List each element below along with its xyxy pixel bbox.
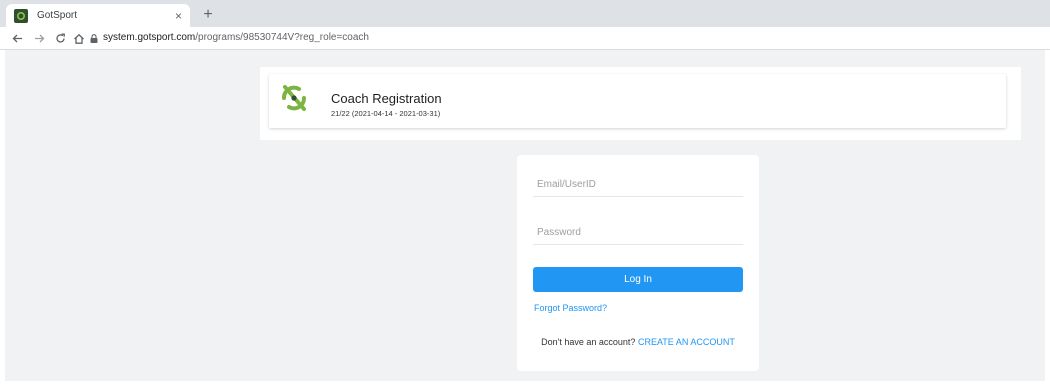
- reload-icon[interactable]: [52, 27, 68, 50]
- create-account-link[interactable]: CREATE AN ACCOUNT: [638, 337, 735, 347]
- lock-icon: [90, 34, 98, 43]
- program-dates: 21/22 (2021-04-14 - 2021-03-31): [331, 109, 441, 118]
- program-title: Coach Registration: [331, 91, 442, 106]
- url-path: /programs/98530744V?reg_role=coach: [195, 32, 369, 43]
- browser-toolbar: system.gotsport.com/programs/98530744V?r…: [0, 27, 1050, 50]
- program-header-section: Coach Registration 21/22 (2021-04-14 - 2…: [260, 67, 1021, 140]
- signup-prompt: Don't have an account?: [541, 337, 636, 347]
- program-card: Coach Registration 21/22 (2021-04-14 - 2…: [269, 74, 1006, 128]
- login-card: Log In Forgot Password? Don't have an ac…: [517, 155, 759, 371]
- tab-close-icon[interactable]: ×: [175, 9, 182, 23]
- back-arrow-icon[interactable]: [9, 27, 25, 50]
- tab-strip: GotSport × +: [0, 0, 1050, 27]
- url-host: system.gotsport.com: [103, 32, 196, 43]
- browser-tab[interactable]: GotSport ×: [6, 4, 190, 27]
- address-bar[interactable]: system.gotsport.com/programs/98530744V?r…: [103, 32, 369, 43]
- new-tab-button[interactable]: +: [198, 5, 218, 25]
- email-field[interactable]: [533, 172, 743, 197]
- home-icon[interactable]: [71, 27, 87, 50]
- gotsport-logo-icon: [282, 85, 306, 111]
- favicon-icon: [14, 8, 28, 23]
- forward-arrow-icon[interactable]: [31, 27, 47, 50]
- login-button[interactable]: Log In: [533, 267, 743, 292]
- forgot-password-link[interactable]: Forgot Password?: [534, 303, 607, 313]
- tab-title: GotSport: [37, 10, 78, 21]
- password-field[interactable]: [533, 220, 743, 245]
- signup-row: Don't have an account? CREATE AN ACCOUNT: [517, 337, 759, 347]
- page-viewport: Coach Registration 21/22 (2021-04-14 - 2…: [5, 50, 1045, 381]
